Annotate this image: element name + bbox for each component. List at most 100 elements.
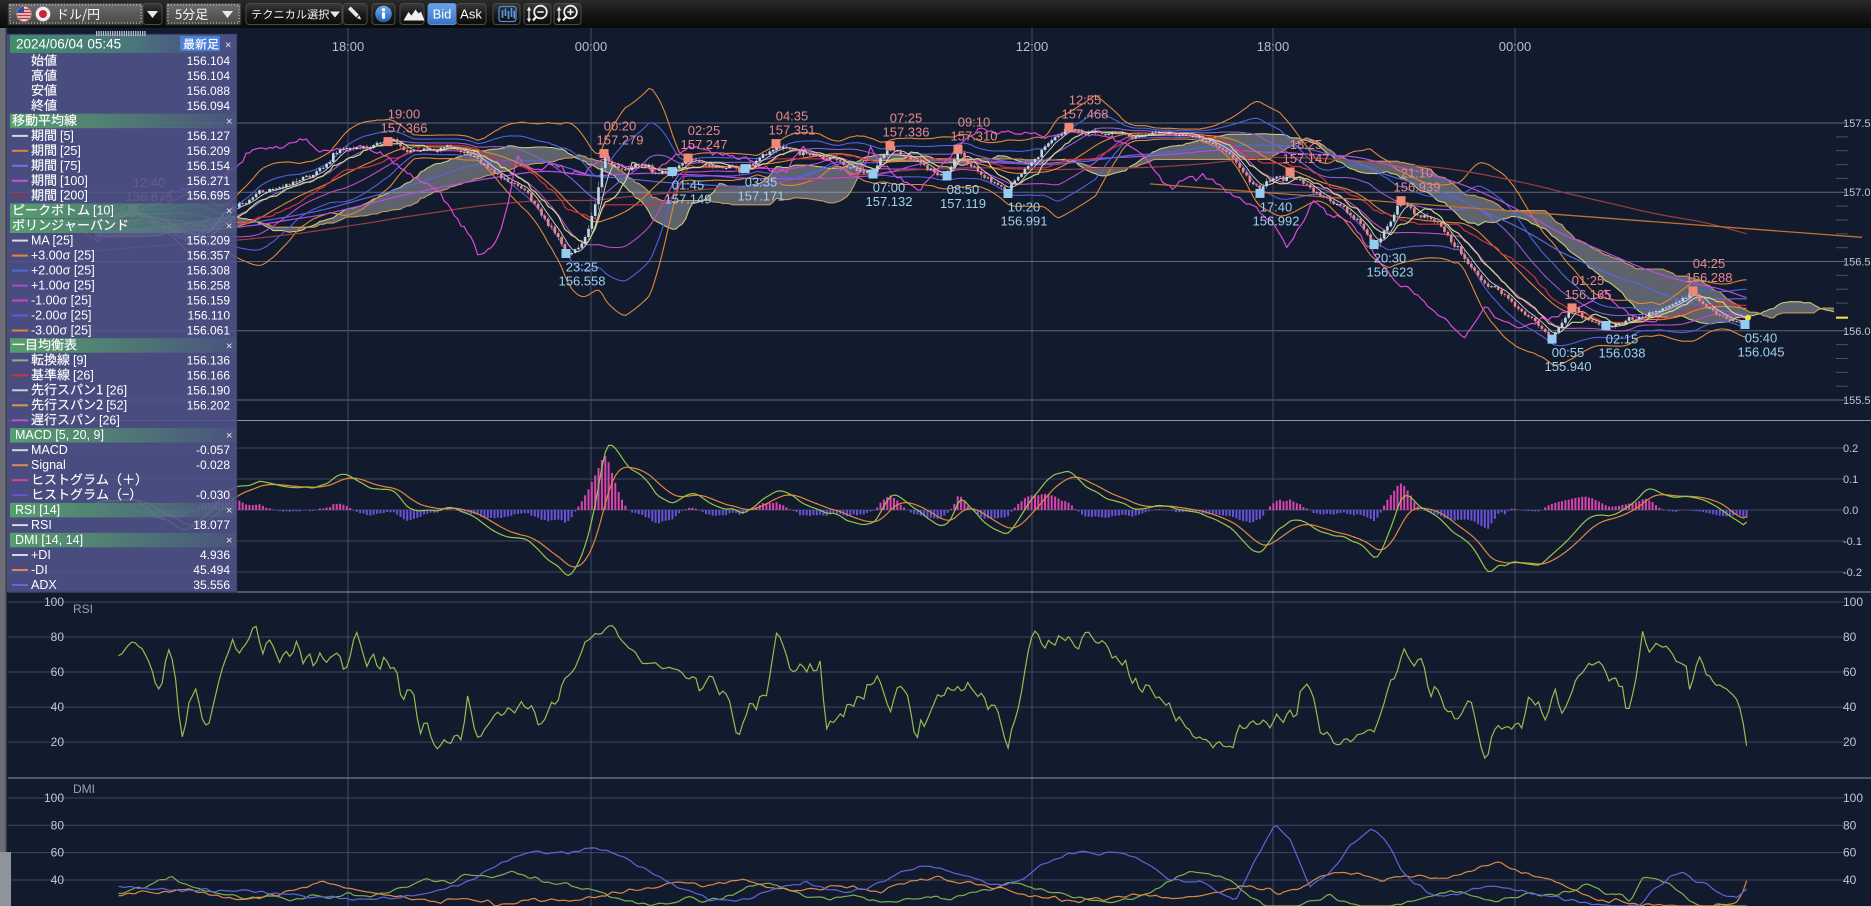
svg-text:[75]: [75]	[60, 159, 81, 173]
svg-text:156.154: 156.154	[187, 159, 231, 173]
svg-text:18.077: 18.077	[193, 518, 230, 532]
svg-text:157.171: 157.171	[738, 189, 785, 204]
svg-text:156.190: 156.190	[187, 383, 231, 397]
svg-text:23:25: 23:25	[566, 260, 599, 275]
svg-text:156.110: 156.110	[188, 309, 231, 323]
svg-text:156.939: 156.939	[1394, 180, 1441, 195]
svg-text:157.468: 157.468	[1062, 106, 1109, 121]
svg-text:156.136: 156.136	[187, 353, 231, 367]
svg-text:17:40: 17:40	[1260, 199, 1293, 214]
svg-text:12:55: 12:55	[1069, 92, 1102, 107]
svg-text:[5]: [5]	[60, 129, 74, 143]
svg-text:156.159: 156.159	[187, 294, 231, 308]
svg-text:157.279: 157.279	[597, 133, 644, 148]
svg-text:-2.00σ [25]: -2.00σ [25]	[31, 309, 92, 323]
svg-text:4.936: 4.936	[200, 548, 230, 562]
svg-text:18:25: 18:25	[1290, 137, 1323, 152]
svg-text:20: 20	[1843, 735, 1857, 749]
svg-text:156.104: 156.104	[187, 54, 231, 68]
svg-text:156.104: 156.104	[187, 69, 231, 83]
svg-text:60: 60	[51, 846, 65, 860]
svg-text:19:00: 19:00	[388, 107, 421, 122]
svg-text:00:20: 00:20	[604, 119, 637, 134]
svg-text:45.494: 45.494	[193, 563, 230, 577]
svg-text:18:00: 18:00	[1257, 39, 1290, 54]
svg-text:01:45: 01:45	[672, 178, 705, 193]
svg-text:[9]: [9]	[73, 353, 87, 367]
svg-text:09:10: 09:10	[958, 114, 991, 129]
svg-text:156.209: 156.209	[187, 234, 231, 248]
svg-text:156.202: 156.202	[187, 398, 231, 412]
svg-text:Bid: Bid	[433, 7, 452, 22]
svg-text:35.556: 35.556	[193, 578, 230, 592]
svg-text:×: ×	[226, 340, 232, 352]
svg-text:+1.00σ [25]: +1.00σ [25]	[31, 279, 95, 293]
svg-text:157.149: 157.149	[665, 192, 712, 207]
svg-text:157.310: 157.310	[951, 128, 998, 143]
svg-text:-DI: -DI	[31, 563, 48, 577]
svg-text:[100]: [100]	[60, 174, 88, 188]
svg-text:80: 80	[51, 818, 65, 832]
svg-text:156.271: 156.271	[187, 174, 231, 188]
svg-text:157.0: 157.0	[1843, 187, 1871, 199]
svg-text:RSI [14]: RSI [14]	[15, 503, 60, 517]
svg-text:12:00: 12:00	[1016, 39, 1049, 54]
svg-text:157.366: 157.366	[381, 121, 428, 136]
svg-text:155.940: 155.940	[1545, 359, 1592, 374]
svg-text:156.0: 156.0	[1843, 326, 1871, 338]
svg-text:156.094: 156.094	[187, 99, 231, 113]
svg-text:0.0: 0.0	[1843, 505, 1858, 517]
svg-text:08:50: 08:50	[947, 182, 980, 197]
svg-text:157.351: 157.351	[769, 123, 816, 138]
svg-text:02:25: 02:25	[688, 123, 721, 138]
svg-text:156.695: 156.695	[187, 189, 231, 203]
svg-text:02:15: 02:15	[1606, 332, 1639, 347]
svg-text:07:00: 07:00	[873, 180, 906, 195]
svg-text:01:25: 01:25	[1572, 273, 1605, 288]
svg-text:40: 40	[51, 700, 65, 714]
svg-text:21:10: 21:10	[1401, 166, 1434, 181]
svg-text:40: 40	[1843, 700, 1857, 714]
svg-text:157.5: 157.5	[1843, 118, 1871, 130]
svg-text:156.038: 156.038	[1599, 346, 1646, 361]
svg-text:2024/06/04 05:45: 2024/06/04 05:45	[16, 37, 121, 52]
svg-text:[10]: [10]	[93, 204, 114, 218]
svg-text:[26]: [26]	[99, 413, 120, 427]
svg-text:100: 100	[1843, 791, 1863, 805]
svg-text:0.1: 0.1	[1843, 474, 1858, 486]
svg-text:×: ×	[226, 206, 232, 218]
svg-text:0.2: 0.2	[1843, 443, 1858, 455]
svg-text:156.288: 156.288	[1686, 270, 1733, 285]
svg-text:07:25: 07:25	[890, 111, 923, 126]
svg-text:60: 60	[1843, 665, 1857, 679]
svg-text:03:35: 03:35	[745, 175, 778, 190]
svg-text:-3.00σ [25]: -3.00σ [25]	[31, 324, 92, 338]
svg-text:20: 20	[51, 735, 65, 749]
svg-text:×: ×	[226, 221, 232, 233]
svg-text:155.5: 155.5	[1843, 395, 1871, 407]
svg-text:MA [25]: MA [25]	[31, 234, 73, 248]
svg-text:80: 80	[1843, 630, 1857, 644]
svg-text:+3.00σ [25]: +3.00σ [25]	[31, 249, 95, 263]
svg-text:+2.00σ [25]: +2.00σ [25]	[31, 264, 95, 278]
svg-text:60: 60	[1843, 846, 1857, 860]
svg-text:157.247: 157.247	[681, 137, 728, 152]
svg-text:100: 100	[44, 595, 64, 609]
svg-text:Ask: Ask	[460, 7, 482, 22]
svg-text:00:55: 00:55	[1552, 345, 1585, 360]
svg-text:10:20: 10:20	[1008, 200, 1041, 215]
svg-text:-0.028: -0.028	[196, 458, 230, 472]
svg-text:157.336: 157.336	[883, 125, 930, 140]
svg-text:156.308: 156.308	[187, 264, 231, 278]
svg-text:80: 80	[51, 630, 65, 644]
svg-text:156.045: 156.045	[1738, 345, 1785, 360]
svg-text:DMI [14, 14]: DMI [14, 14]	[15, 533, 83, 547]
svg-text:156.165: 156.165	[1565, 287, 1612, 302]
svg-text:RSI: RSI	[73, 602, 93, 616]
svg-text:[26]: [26]	[106, 383, 127, 397]
svg-text:20:30: 20:30	[1374, 251, 1407, 266]
svg-text:[52]: [52]	[106, 398, 127, 412]
svg-text:156.061: 156.061	[187, 324, 231, 338]
svg-text:-0.057: -0.057	[196, 443, 230, 457]
svg-text:00:00: 00:00	[1499, 39, 1532, 54]
